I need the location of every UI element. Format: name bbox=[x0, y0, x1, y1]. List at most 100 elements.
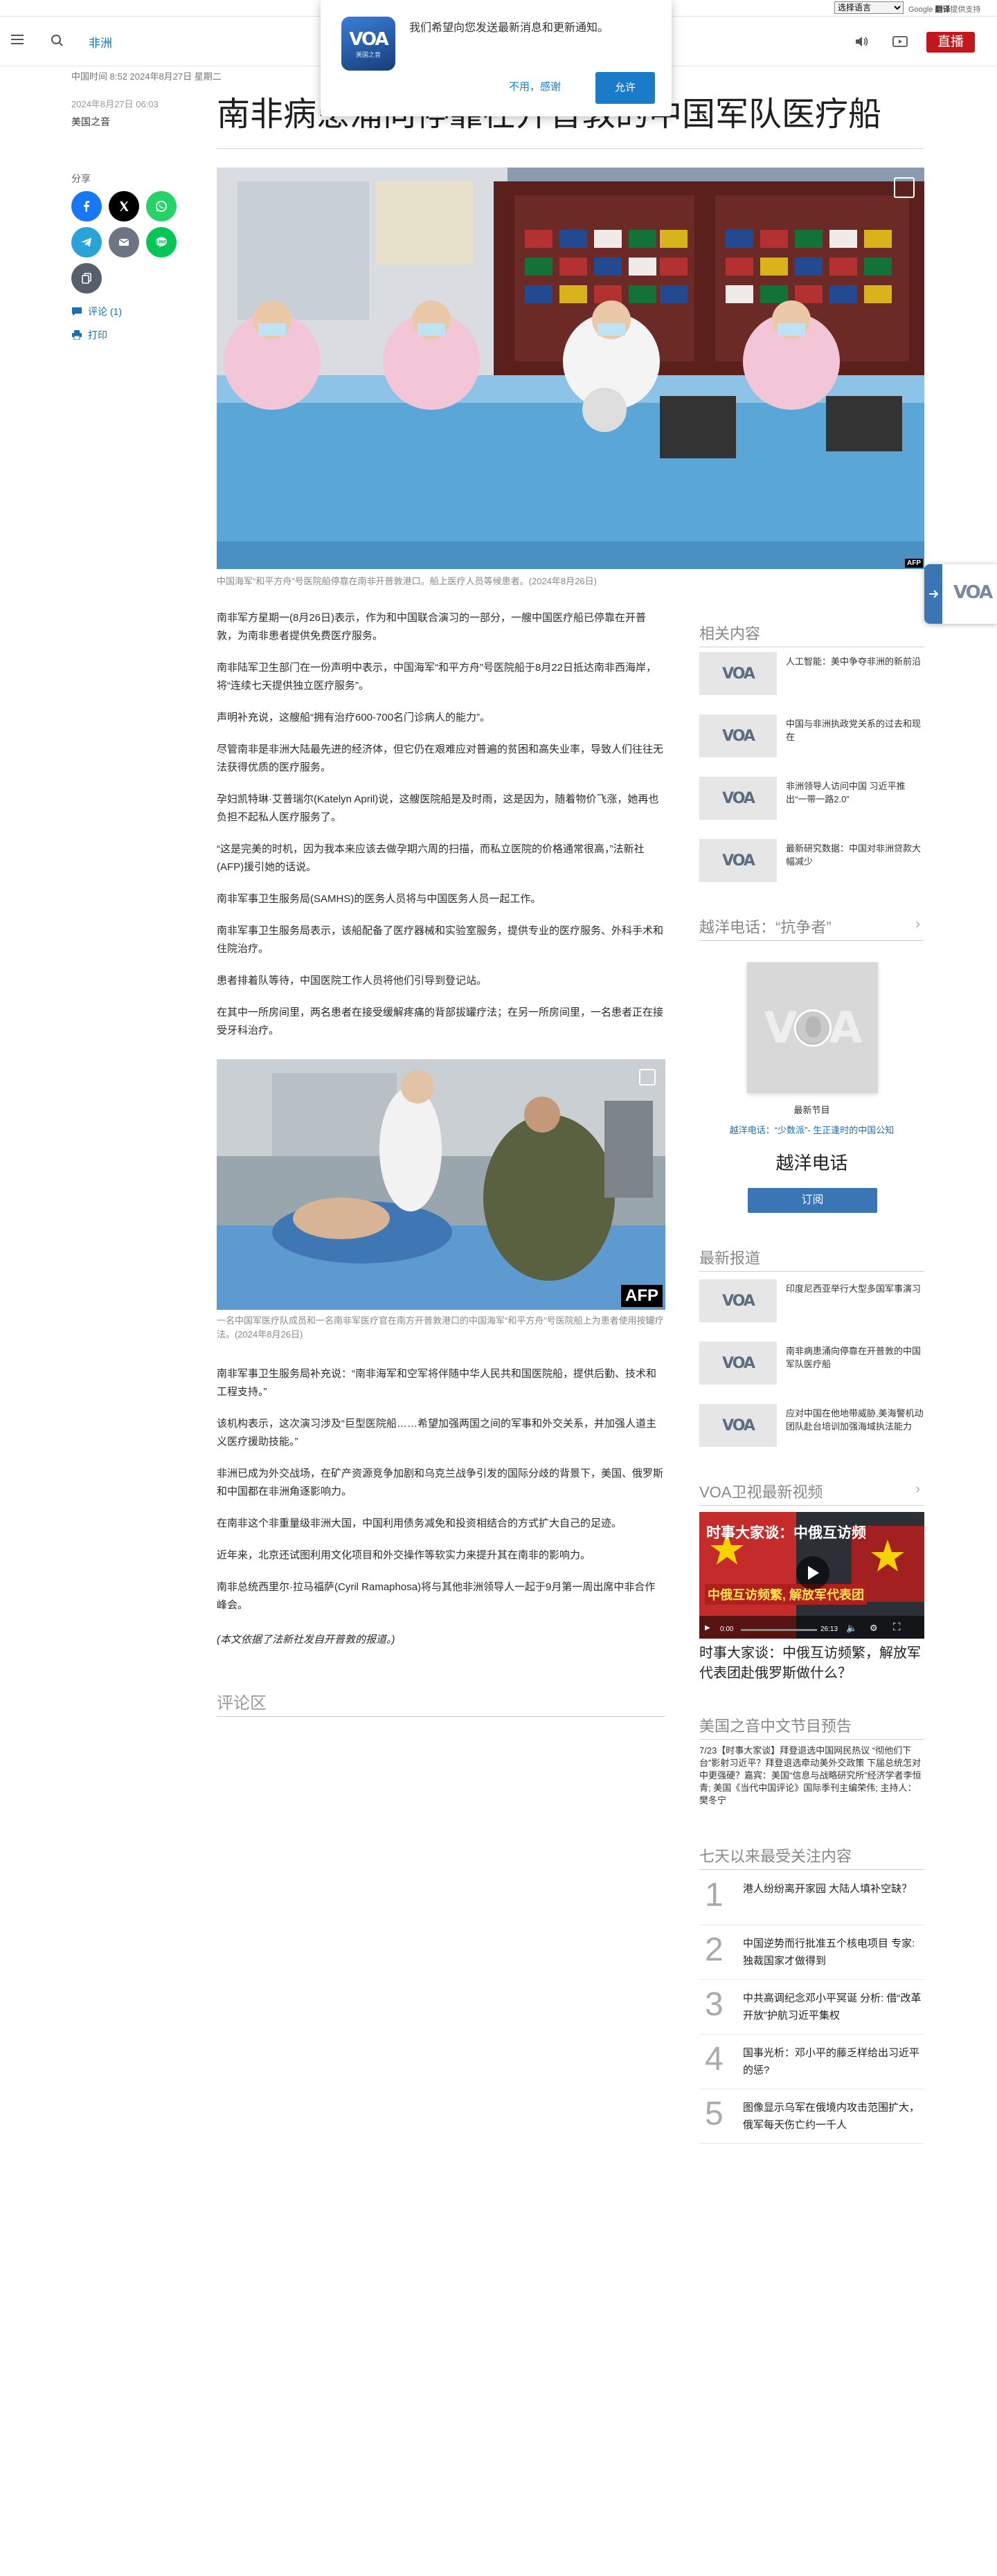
voa-logo: VOA bbox=[722, 852, 755, 870]
video-player[interactable]: 时事大家谈：中俄互访频... 中俄互访频繁, 解放军代表团 ▶ 0:00 26:… bbox=[699, 1512, 924, 1639]
inline-photo-illustration bbox=[217, 1059, 665, 1310]
deny-notifications-button[interactable]: 不用，感谢 bbox=[509, 79, 561, 93]
article-body-top: 南非军方星期一(8月26日)表示，作为和中国联合演习的一部分，一艘中国医疗船已停… bbox=[217, 609, 665, 1054]
podcast-heading[interactable]: 越洋电话：“抗争者” › bbox=[699, 915, 924, 941]
story-thumbnail[interactable]: VOA bbox=[699, 1279, 777, 1322]
article-paragraph: 该机构表示，这次演习涉及“巨型医院船……希望加强两国之间的军事和外交关系，并加强… bbox=[217, 1418, 656, 1448]
hero-image[interactable]: AFP bbox=[217, 168, 924, 569]
rank-number: 5 bbox=[705, 2096, 724, 2132]
comment-icon bbox=[72, 307, 82, 316]
search-button[interactable] bbox=[47, 30, 68, 51]
story-link[interactable]: 中国与非洲执政党关系的过去和现在 bbox=[786, 717, 924, 744]
comments-heading: 评论区 bbox=[217, 1689, 665, 1717]
story-link[interactable]: 最新研究数据：中国对非洲贷款大幅减少 bbox=[786, 842, 924, 868]
article-body-bottom: 南非军事卫生服务局补充说：“南非海军和空军将伴随中华人民共和国医院船，提供后勤、… bbox=[217, 1365, 665, 1628]
language-select[interactable]: 选择语言 bbox=[834, 1, 904, 14]
menu-icon-bar bbox=[11, 35, 24, 36]
popular-story-link[interactable]: 图像显示乌军在俄境内攻击范围扩大，俄军每天伤亡约一千人 bbox=[743, 2099, 924, 2134]
print-link[interactable]: 打印 bbox=[71, 328, 107, 342]
story-link[interactable]: 印度尼西亚举行大型多国军事演习 bbox=[786, 1282, 924, 1295]
story-thumbnail[interactable]: VOA bbox=[699, 839, 777, 882]
notification-prompt: VOA 美国之音 我们希望向您发送最新消息和更新通知。 不用，感谢 允许 bbox=[321, 0, 672, 116]
whatsapp-icon bbox=[156, 201, 167, 212]
popular-story-link[interactable]: 国事光析：邓小平的藤乏样给出习近平的惩? bbox=[743, 2044, 924, 2079]
story-thumbnail[interactable]: VOA bbox=[699, 1342, 777, 1385]
fullscreen-icon[interactable]: ⛶ bbox=[893, 1621, 901, 1633]
inline-photo-caption: 一名中国军医疗队成员和一名南非军医疗官在南方开普敦港口的中国海军“和平方舟”号医… bbox=[217, 1315, 664, 1340]
svg-text:LINE: LINE bbox=[156, 240, 166, 245]
story-link[interactable]: 非洲领导人访问中国 习近平推出“一带一路2.0” bbox=[786, 780, 924, 806]
video-title[interactable]: 时事大家谈：中俄互访频繁，解放军代表团赴俄罗斯做什么？ bbox=[699, 1643, 924, 1684]
powered-suffix: 提供支持 bbox=[950, 6, 981, 14]
story-thumbnail[interactable]: VOA bbox=[699, 777, 777, 820]
story-thumbnail[interactable]: VOA bbox=[699, 1404, 777, 1447]
story-thumbnail[interactable]: VOA bbox=[699, 652, 777, 695]
x-icon bbox=[120, 201, 129, 211]
copy-link-button[interactable] bbox=[71, 263, 102, 294]
video-overlay-title: 时事大家谈：中俄互访频... bbox=[706, 1525, 865, 1541]
story-link[interactable]: 南非病患涌向停靠在开普敦的中国军队医疗船 bbox=[786, 1344, 924, 1371]
tv-icon bbox=[892, 36, 908, 47]
volume-icon[interactable]: 🔈 bbox=[846, 1623, 857, 1634]
facebook-icon bbox=[84, 201, 89, 212]
chevron-right-icon: › bbox=[915, 1481, 920, 1497]
rank-number: 3 bbox=[705, 1986, 724, 2023]
schedule-heading: 美国之音中文节目预告 bbox=[699, 1714, 924, 1740]
voa-logo: VOA bbox=[722, 789, 755, 807]
voa-logo: VOA bbox=[722, 665, 755, 683]
share-facebook-button[interactable] bbox=[71, 191, 102, 222]
article-footnote: (本文依据了法新社发自开普敦的报道。) bbox=[217, 1634, 395, 1646]
title-divider bbox=[217, 148, 924, 149]
translate-label: 翻译 bbox=[935, 6, 951, 14]
popular-story-link[interactable]: 中共高调纪念邓小平冥诞 分析: 借“改革开放”护航习近平集权 bbox=[743, 1990, 924, 2024]
article-paragraph: 近年来，北京还试图利用文化项目和外交操作等软实力来提升其在南非的影响力。 bbox=[217, 1549, 591, 1561]
video-heading[interactable]: VOA卫视最新视频 › bbox=[699, 1480, 924, 1506]
menu-icon-bar bbox=[11, 39, 24, 40]
audio-play-icon[interactable] bbox=[794, 1009, 832, 1047]
schedule-text: 7/23【时事大家谈】拜登退选中国网民热议 “彻他们下台”影射习近平？拜登退选牵… bbox=[699, 1745, 922, 1805]
share-line-button[interactable]: LINE bbox=[146, 227, 177, 258]
floating-media-tab[interactable]: VOA bbox=[924, 564, 997, 624]
video-button[interactable] bbox=[890, 32, 910, 51]
popular-heading: 七天以来最受关注内容 bbox=[699, 1844, 924, 1870]
hero-photo-illustration bbox=[217, 168, 924, 569]
subscribe-button[interactable]: 订阅 bbox=[748, 1188, 877, 1213]
section-link-africa[interactable]: 非洲 bbox=[89, 33, 112, 51]
related-heading: 相关内容 bbox=[699, 622, 924, 647]
rank-number: 2 bbox=[705, 1931, 724, 1968]
article-paragraph: 南非总统西里尔·拉马福萨(Cyril Ramaphosa)将与其他非洲领导人一起… bbox=[217, 1581, 656, 1611]
video-duration: 26:13 bbox=[820, 1625, 838, 1633]
notification-text: 我们希望向您发送最新消息和更新通知。 bbox=[409, 22, 609, 34]
video-progress-bar[interactable] bbox=[741, 1629, 817, 1631]
expand-inline-photo-button[interactable] bbox=[639, 1069, 656, 1086]
article-paragraph: 尽管南非是非洲大陆最先进的经济体，但它仍在艰难应对普遍的贫困和高失业率，导致人们… bbox=[217, 744, 664, 773]
article-paragraph: 在南非这个非重量级非洲大国，中国利用债务减免和投资相结合的方式扩大自己的足迹。 bbox=[217, 1517, 622, 1529]
article-paragraph: 声明补充说，这艘船“拥有治疗600-700名门诊病人的能力”。 bbox=[217, 712, 491, 723]
share-whatsapp-button[interactable] bbox=[146, 191, 177, 222]
popular-story-link[interactable]: 中国逆势而行批准五个核电项目 专家: 独裁国家才做得到 bbox=[743, 1935, 924, 1970]
comments-link[interactable]: 评论 (1) bbox=[71, 305, 122, 318]
video-play-button[interactable] bbox=[796, 1556, 829, 1589]
allow-notifications-button[interactable]: 允许 bbox=[595, 72, 655, 104]
audio-button[interactable] bbox=[852, 32, 871, 51]
episode-link[interactable]: 越洋电话：“少数派”- 生正逢时的中国公知 bbox=[699, 1123, 924, 1136]
share-x-button[interactable] bbox=[109, 191, 139, 222]
story-link[interactable]: 人工智能：美中争夺非洲的新前沿 bbox=[786, 655, 924, 668]
arrow-right-icon bbox=[929, 590, 939, 598]
podcast-cover[interactable]: VOA bbox=[747, 962, 878, 1093]
menu-button[interactable] bbox=[11, 32, 26, 51]
publish-date: 2024年8月27日 06:03 bbox=[71, 99, 159, 109]
inline-photo[interactable]: AFP bbox=[217, 1059, 665, 1310]
share-telegram-button[interactable] bbox=[71, 227, 102, 258]
story-thumbnail[interactable]: VOA bbox=[699, 714, 777, 757]
video-play-small-icon[interactable]: ▶ bbox=[705, 1624, 710, 1632]
story-link[interactable]: 应对中国在他地带威胁,美海警机动团队赴台培训加强海域执法能力 bbox=[786, 1407, 924, 1433]
live-button[interactable]: 直播 bbox=[926, 32, 975, 53]
expand-image-button[interactable] bbox=[894, 177, 915, 198]
speaker-icon bbox=[856, 37, 868, 46]
video-current-time: 0:00 bbox=[720, 1625, 734, 1633]
popular-story-link[interactable]: 港人纷纷离开家园 大陆人填补空缺？ bbox=[743, 1880, 924, 1898]
menu-icon-bar bbox=[11, 43, 24, 44]
settings-icon[interactable]: ⚙ bbox=[870, 1623, 878, 1634]
share-email-button[interactable] bbox=[109, 227, 139, 258]
